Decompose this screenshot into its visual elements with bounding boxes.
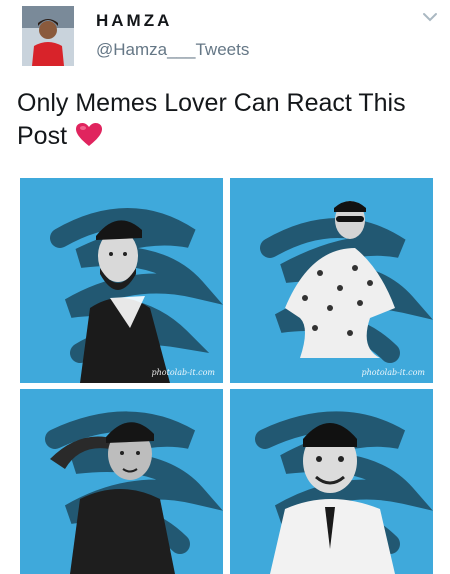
watermark: photolab-it.com (361, 368, 425, 377)
portrait-salute-cap-image (45, 411, 223, 574)
red-heart-icon (76, 123, 103, 146)
avatar[interactable] (22, 6, 74, 66)
media-grid: photolab-it.com photolab-it.com (20, 178, 433, 574)
media-tile-4[interactable] (230, 389, 433, 574)
tweet-text: Only Memes Lover Can React This Post (17, 87, 437, 153)
tweet-header: HAMZA @Hamza___Tweets (0, 0, 450, 80)
media-tile-1[interactable]: photolab-it.com (20, 178, 223, 383)
author-name[interactable]: HAMZA (96, 11, 172, 31)
portrait-cap-beard-image (50, 208, 223, 383)
chevron-down-icon[interactable] (420, 10, 440, 24)
portrait-sunglasses-patterned-shirt-image (260, 201, 433, 363)
media-tile-2[interactable]: photolab-it.com (230, 178, 433, 383)
author-handle[interactable]: @Hamza___Tweets (96, 40, 249, 60)
avatar-photo-icon (22, 6, 74, 66)
watermark: photolab-it.com (151, 368, 215, 377)
portrait-fez-smile-image (255, 411, 433, 574)
media-tile-3[interactable] (20, 389, 223, 574)
